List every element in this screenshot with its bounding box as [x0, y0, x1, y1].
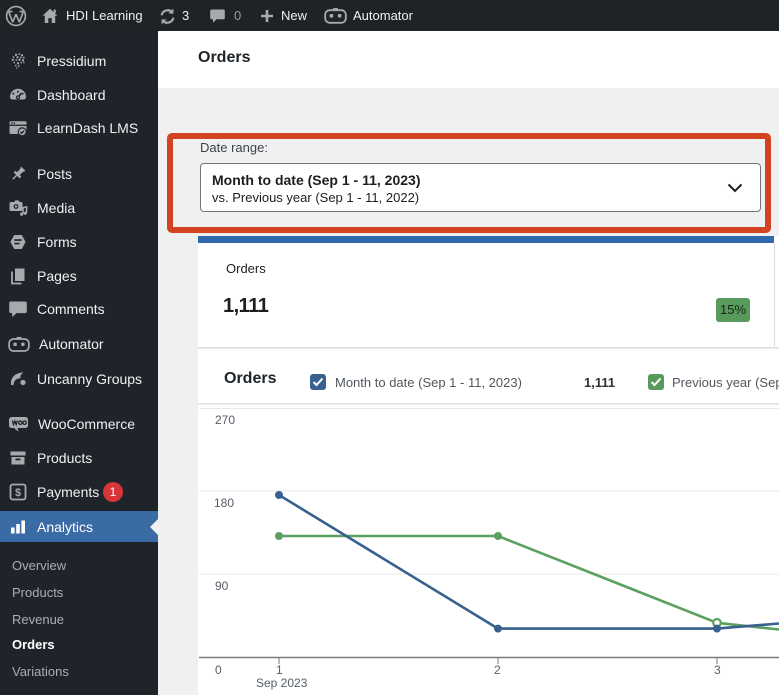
svg-text:$: $	[15, 487, 21, 499]
